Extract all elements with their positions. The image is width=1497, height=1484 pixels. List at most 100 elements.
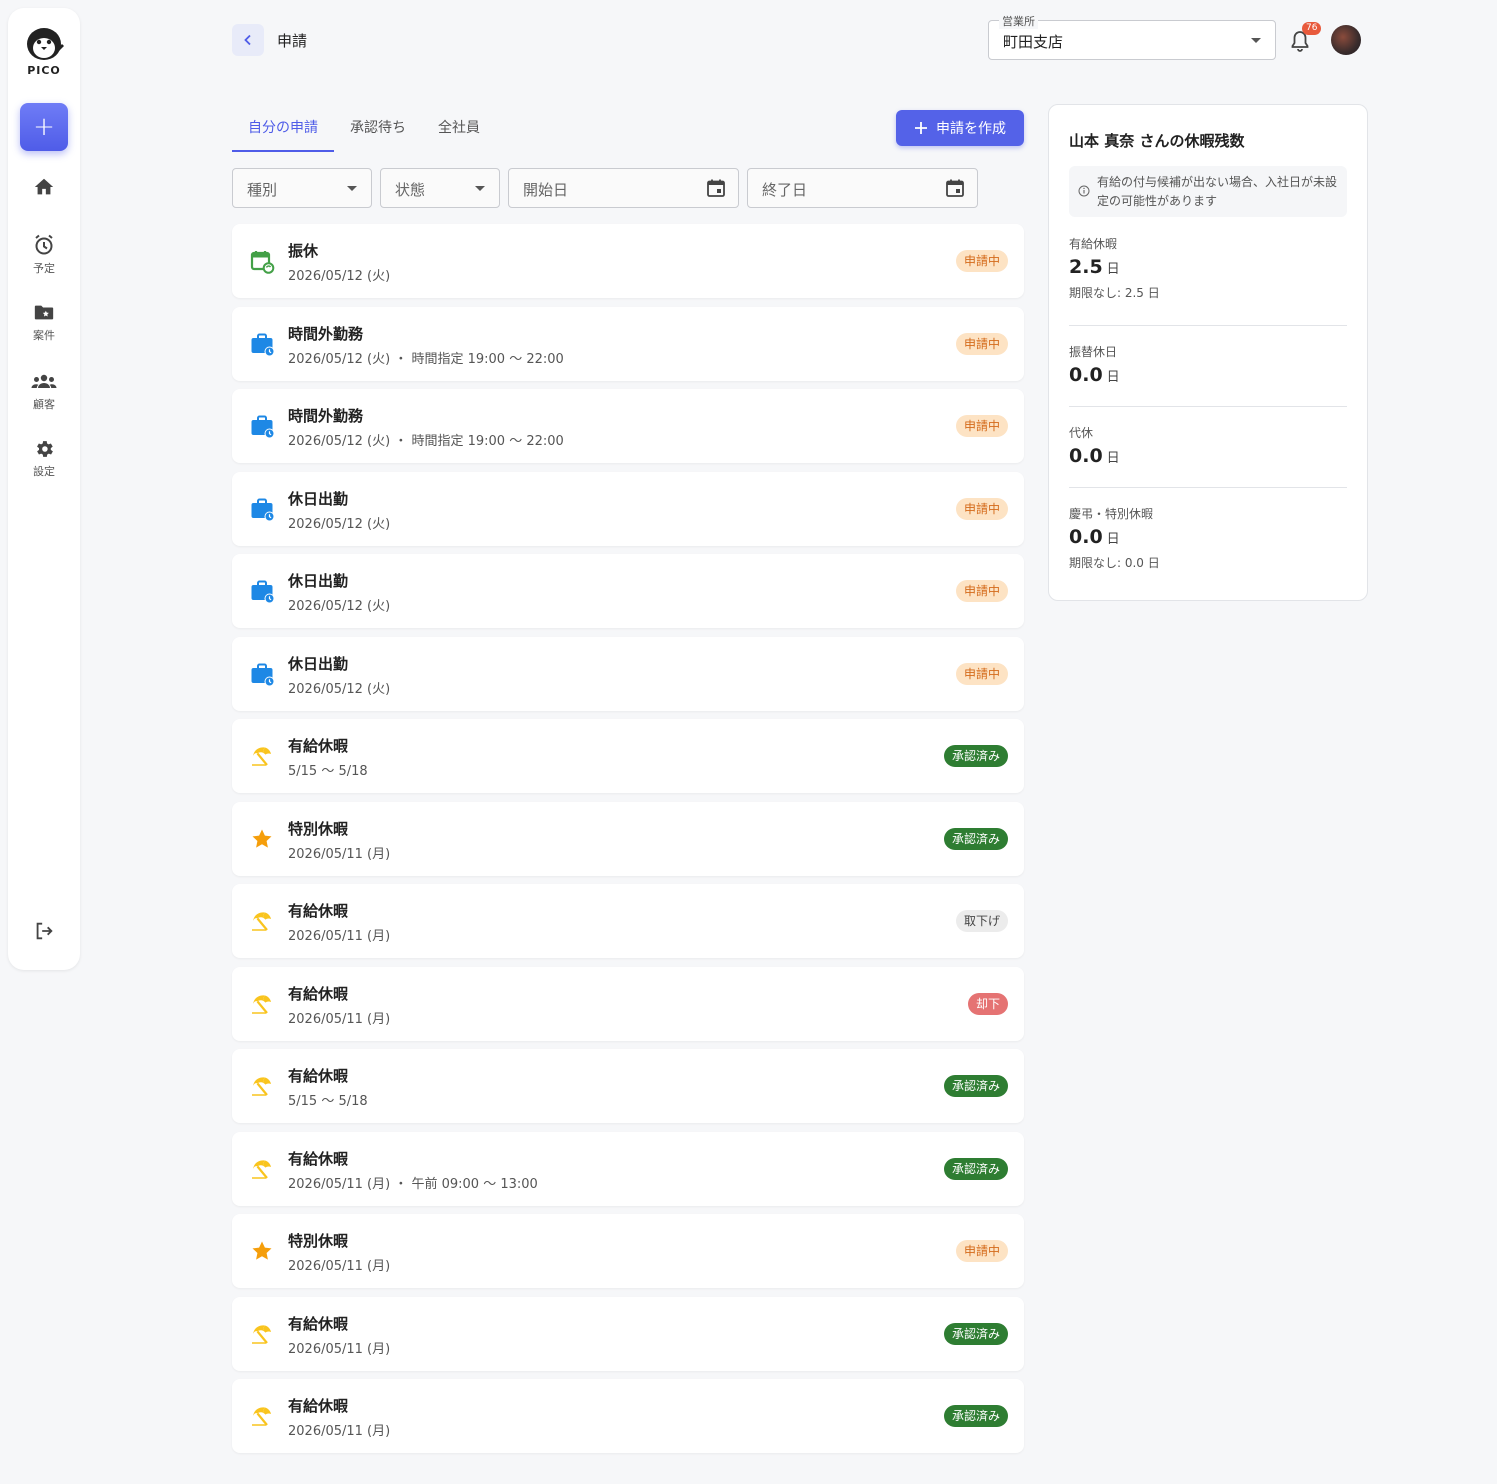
status-badge: 却下 (967, 992, 1008, 1015)
beach-umbrella-icon (250, 1322, 274, 1346)
request-date: 5/15 〜 5/18 (288, 764, 368, 779)
end-date-field[interactable]: 終了日 (747, 168, 978, 208)
divider (1069, 406, 1347, 407)
request-date: 2026/05/11 (月) (288, 1424, 391, 1439)
request-date: 2026/05/12 (火) (288, 681, 391, 697)
back-button[interactable] (232, 24, 264, 56)
request-title: 有給休暇 (288, 1314, 349, 1333)
page-title: 申請 (277, 32, 308, 50)
briefcase-clock-icon (250, 579, 275, 604)
beach-umbrella-icon (250, 1074, 274, 1098)
office-select-label: 営業所 (999, 13, 1038, 29)
calendar-icon[interactable] (945, 178, 965, 198)
create-request-button[interactable]: 申請を作成 (896, 110, 1024, 146)
request-card[interactable]: 特別休暇 2026/05/11 (月) 承認済み (232, 801, 1024, 876)
request-date: 2026/05/12 (火) ・ 時間指定 19:00 〜 22:00 (288, 434, 564, 449)
status-badge: 承認済み (943, 1322, 1008, 1345)
status-badge: 申請中 (955, 580, 1008, 602)
request-title: 休日出勤 (288, 654, 349, 673)
request-title: 休日出勤 (288, 572, 349, 590)
start-date-field[interactable]: 開始日 (508, 168, 739, 208)
request-card[interactable]: 休日出勤 2026/05/12 (火) 申請中 (232, 636, 1024, 711)
brand-name: PICO (27, 64, 61, 77)
request-card[interactable]: 有給休暇 2026/05/11 (月) 承認済み (232, 1379, 1024, 1453)
status-badge: 承認済み (943, 1075, 1008, 1097)
balance-label: 代休 (1069, 426, 1094, 440)
status-badge: 承認済み (943, 827, 1008, 850)
nav-settings[interactable]: 設定 (8, 438, 80, 479)
request-title: 特別休暇 (288, 819, 349, 838)
nav-projects[interactable]: 案件 (8, 302, 80, 343)
status-badge: 申請中 (955, 497, 1008, 520)
user-avatar[interactable] (1331, 25, 1361, 55)
gear-icon (37, 441, 53, 457)
status-filter-select[interactable]: 状態 (380, 168, 500, 208)
request-date: 2026/05/11 (月) (288, 1341, 391, 1357)
office-select[interactable]: 営業所 町田支店 (988, 13, 1276, 60)
status-badge: 申請中 (955, 415, 1008, 437)
balance-substitute-holiday: 振替休日 0.0 日 (1069, 343, 1347, 386)
briefcase-clock-icon (250, 497, 275, 521)
request-card[interactable]: 特別休暇 2026/05/11 (月) 申請中 (232, 1214, 1024, 1288)
request-date: 2026/05/12 (火) (288, 269, 391, 284)
status-badge: 承認済み (943, 1405, 1008, 1427)
balance-special-leave: 慶弔・特別休暇 0.0 日 期限なし: 0.0 日 (1069, 505, 1347, 571)
logout-icon (36, 922, 53, 940)
balance-compensatory-leave: 代休 0.0 日 (1069, 424, 1347, 467)
request-card[interactable]: 休日出勤 2026/05/12 (火) 申請中 (232, 554, 1024, 628)
calendar-icon[interactable] (706, 178, 726, 198)
balance-paid-leave: 有給休暇 2.5 日 期限なし: 2.5 日 (1069, 235, 1347, 301)
request-card[interactable]: 有給休暇 2026/05/11 (月) 取下げ (232, 884, 1024, 958)
request-card[interactable]: 有給休暇 2026/05/11 (月) 却下 (232, 966, 1024, 1041)
status-badge: 申請中 (955, 1240, 1008, 1262)
status-badge: 承認済み (943, 1157, 1008, 1180)
alarm-clock-icon (35, 234, 53, 255)
request-card[interactable]: 休日出勤 2026/05/12 (火) 申請中 (232, 471, 1024, 546)
caret-down-icon (475, 186, 485, 191)
request-tabs: 自分の申請 承認待ち 全社員 (232, 108, 496, 152)
request-date: 5/15 〜 5/18 (288, 1094, 368, 1109)
chevron-left-icon (244, 34, 251, 46)
tab-all-employees[interactable]: 全社員 (422, 108, 496, 152)
briefcase-clock-icon (250, 662, 275, 686)
request-card[interactable]: 有給休暇 2026/05/11 (月) ・ 午前 09:00 〜 13:00 承認済… (232, 1131, 1024, 1206)
beach-umbrella-icon (250, 909, 274, 933)
nav-label-schedule: 予定 (33, 262, 55, 275)
end-date-placeholder: 終了日 (762, 181, 808, 199)
request-title: 振休 (288, 242, 319, 260)
leave-balance-title: 山本 真奈 さんの休暇残数 (1069, 132, 1245, 150)
request-card[interactable]: 振休 2026/05/12 (火) 申請中 (232, 224, 1024, 298)
request-date: 2026/05/12 (火) (288, 516, 391, 532)
app-logo[interactable]: PICO (8, 26, 80, 77)
request-card[interactable]: 有給休暇 2026/05/11 (月) 承認済み (232, 1296, 1024, 1371)
status-filter-label: 状態 (395, 181, 426, 199)
request-date: 2026/05/11 (月) (288, 846, 391, 862)
tab-pending-approval[interactable]: 承認待ち (334, 108, 422, 152)
type-filter-select[interactable]: 種別 (232, 168, 372, 208)
divider (1069, 487, 1347, 488)
home-icon (34, 178, 54, 195)
notice-text: 有給の付与候補が出ない場合、入社日が未設定の可能性があります (1097, 175, 1338, 208)
nav-customers[interactable]: 顧客 (8, 371, 80, 412)
nav-home[interactable] (8, 176, 80, 198)
request-date: 2026/05/11 (月) ・ 午前 09:00 〜 13:00 (288, 1176, 538, 1192)
request-title: 時間外勤務 (288, 407, 364, 425)
request-card[interactable]: 時間外勤務 2026/05/12 (火) ・ 時間指定 19:00 〜 22:00… (232, 306, 1024, 381)
logout-button[interactable] (8, 920, 80, 942)
status-badge: 取下げ (955, 910, 1008, 932)
caret-down-icon (347, 186, 357, 191)
balance-note: 期限なし: 2.5 日 (1069, 286, 1160, 300)
status-badge: 承認済み (943, 745, 1008, 767)
request-card[interactable]: 時間外勤務 2026/05/12 (火) ・ 時間指定 19:00 〜 22:00… (232, 389, 1024, 463)
request-date: 2026/05/12 (火) ・ 時間指定 19:00 〜 22:00 (288, 351, 564, 367)
balance-value: 0.0 日 (1069, 445, 1120, 467)
divider (1069, 325, 1347, 326)
quick-add-button[interactable]: + (20, 103, 68, 151)
request-date: 2026/05/12 (火) (288, 599, 391, 614)
calendar-sync-icon (250, 249, 275, 274)
request-date: 2026/05/11 (月) (288, 929, 391, 944)
nav-schedule[interactable]: 予定 (8, 233, 80, 276)
request-card[interactable]: 有給休暇 5/15 〜 5/18 承認済み (232, 1049, 1024, 1123)
request-card[interactable]: 有給休暇 5/15 〜 5/18 承認済み (232, 719, 1024, 793)
tab-my-requests[interactable]: 自分の申請 (232, 108, 334, 152)
